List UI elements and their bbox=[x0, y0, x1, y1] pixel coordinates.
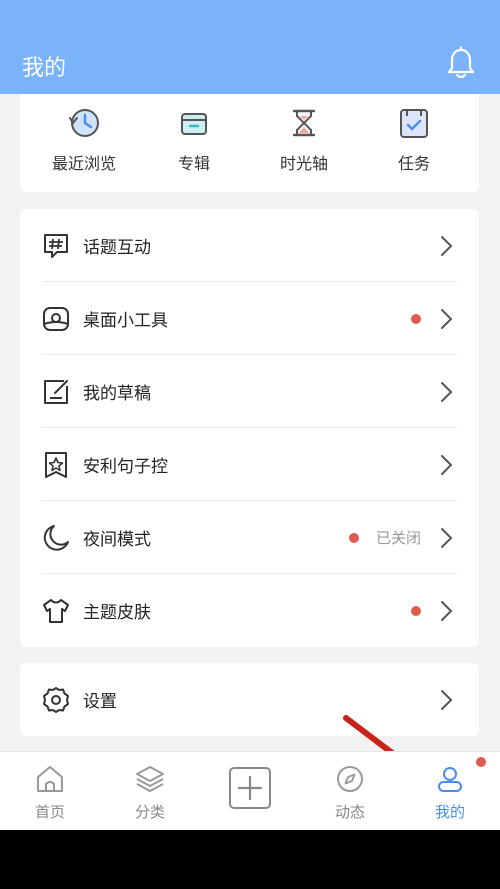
bottom-tab-bar: 首页 分类 动态 我的 bbox=[0, 751, 500, 831]
tab-label: 我的 bbox=[434, 803, 465, 821]
menu-item-widgets[interactable]: 桌面小工具 bbox=[20, 282, 479, 355]
notification-dot bbox=[411, 606, 421, 616]
notification-dot bbox=[349, 533, 359, 543]
gear-icon bbox=[43, 687, 69, 713]
chevron-right-icon bbox=[441, 528, 453, 548]
quick-action-label: 任务 bbox=[397, 154, 430, 173]
compass-icon bbox=[337, 766, 363, 792]
quick-action-label: 最近浏览 bbox=[51, 154, 116, 173]
quick-actions-card: 最近浏览 专辑 时光轴 任务 bbox=[20, 94, 479, 192]
night-mode-status: 已关闭 bbox=[376, 529, 422, 547]
chevron-right-icon bbox=[441, 455, 453, 475]
menu-item-label: 主题皮肤 bbox=[83, 603, 151, 623]
tab-home[interactable]: 首页 bbox=[0, 752, 100, 831]
chevron-right-icon bbox=[441, 382, 453, 402]
moon-icon bbox=[43, 525, 69, 551]
tab-feed[interactable]: 动态 bbox=[300, 752, 400, 831]
draft-edit-icon bbox=[44, 380, 68, 404]
hashtag-chat-icon bbox=[44, 234, 68, 258]
tab-category[interactable]: 分类 bbox=[100, 752, 200, 831]
add-square-icon bbox=[229, 767, 271, 809]
layers-icon bbox=[136, 766, 164, 792]
quick-action-recent[interactable]: 最近浏览 bbox=[29, 94, 139, 192]
quick-action-tasks[interactable]: 任务 bbox=[359, 94, 469, 192]
hourglass-icon bbox=[292, 109, 316, 137]
menu-item-night-mode[interactable]: 夜间模式 已关闭 bbox=[20, 501, 479, 574]
quick-action-label: 时光轴 bbox=[279, 154, 328, 173]
user-icon bbox=[438, 767, 462, 792]
quick-action-timeline[interactable]: 时光轴 bbox=[249, 94, 359, 192]
menu-item-label: 设置 bbox=[83, 692, 117, 712]
chevron-right-icon bbox=[441, 236, 453, 256]
menu-item-label: 桌面小工具 bbox=[83, 311, 168, 331]
menu-item-label: 安利句子控 bbox=[83, 457, 168, 477]
task-checklist-icon bbox=[400, 109, 428, 138]
album-box-icon bbox=[181, 113, 207, 135]
quick-action-album[interactable]: 专辑 bbox=[139, 94, 249, 192]
chevron-right-icon bbox=[441, 690, 453, 710]
chevron-right-icon bbox=[441, 601, 453, 621]
notification-dot bbox=[476, 757, 486, 767]
tshirt-icon bbox=[43, 599, 69, 623]
star-bookmark-icon bbox=[45, 452, 67, 478]
tab-label: 分类 bbox=[134, 803, 165, 821]
menu-item-label: 话题互动 bbox=[83, 238, 151, 258]
tab-mine[interactable]: 我的 bbox=[400, 752, 500, 831]
tab-add[interactable] bbox=[200, 752, 300, 831]
menu-item-recommend-sentences[interactable]: 安利句子控 bbox=[20, 428, 479, 501]
system-bar bbox=[0, 830, 500, 889]
menu-card: 话题互动 桌面小工具 我的草稿 安利句子控 夜间模式 已关闭 主题皮肤 bbox=[20, 209, 479, 647]
menu-item-drafts[interactable]: 我的草稿 bbox=[20, 355, 479, 428]
quick-action-label: 专辑 bbox=[177, 154, 210, 173]
home-icon bbox=[37, 766, 63, 792]
menu-item-topics[interactable]: 话题互动 bbox=[20, 209, 479, 282]
clock-history-icon bbox=[69, 109, 99, 137]
widget-icon bbox=[43, 307, 69, 331]
app-header: 我的 bbox=[0, 0, 500, 94]
menu-item-label: 我的草稿 bbox=[83, 384, 151, 404]
menu-item-label: 夜间模式 bbox=[83, 530, 151, 550]
notification-dot bbox=[411, 314, 421, 324]
bell-icon[interactable] bbox=[446, 46, 476, 80]
chevron-right-icon bbox=[441, 309, 453, 329]
menu-item-theme-skin[interactable]: 主题皮肤 bbox=[20, 574, 479, 647]
page-title: 我的 bbox=[22, 56, 67, 81]
tab-label: 动态 bbox=[334, 803, 365, 821]
tab-label: 首页 bbox=[34, 803, 65, 821]
